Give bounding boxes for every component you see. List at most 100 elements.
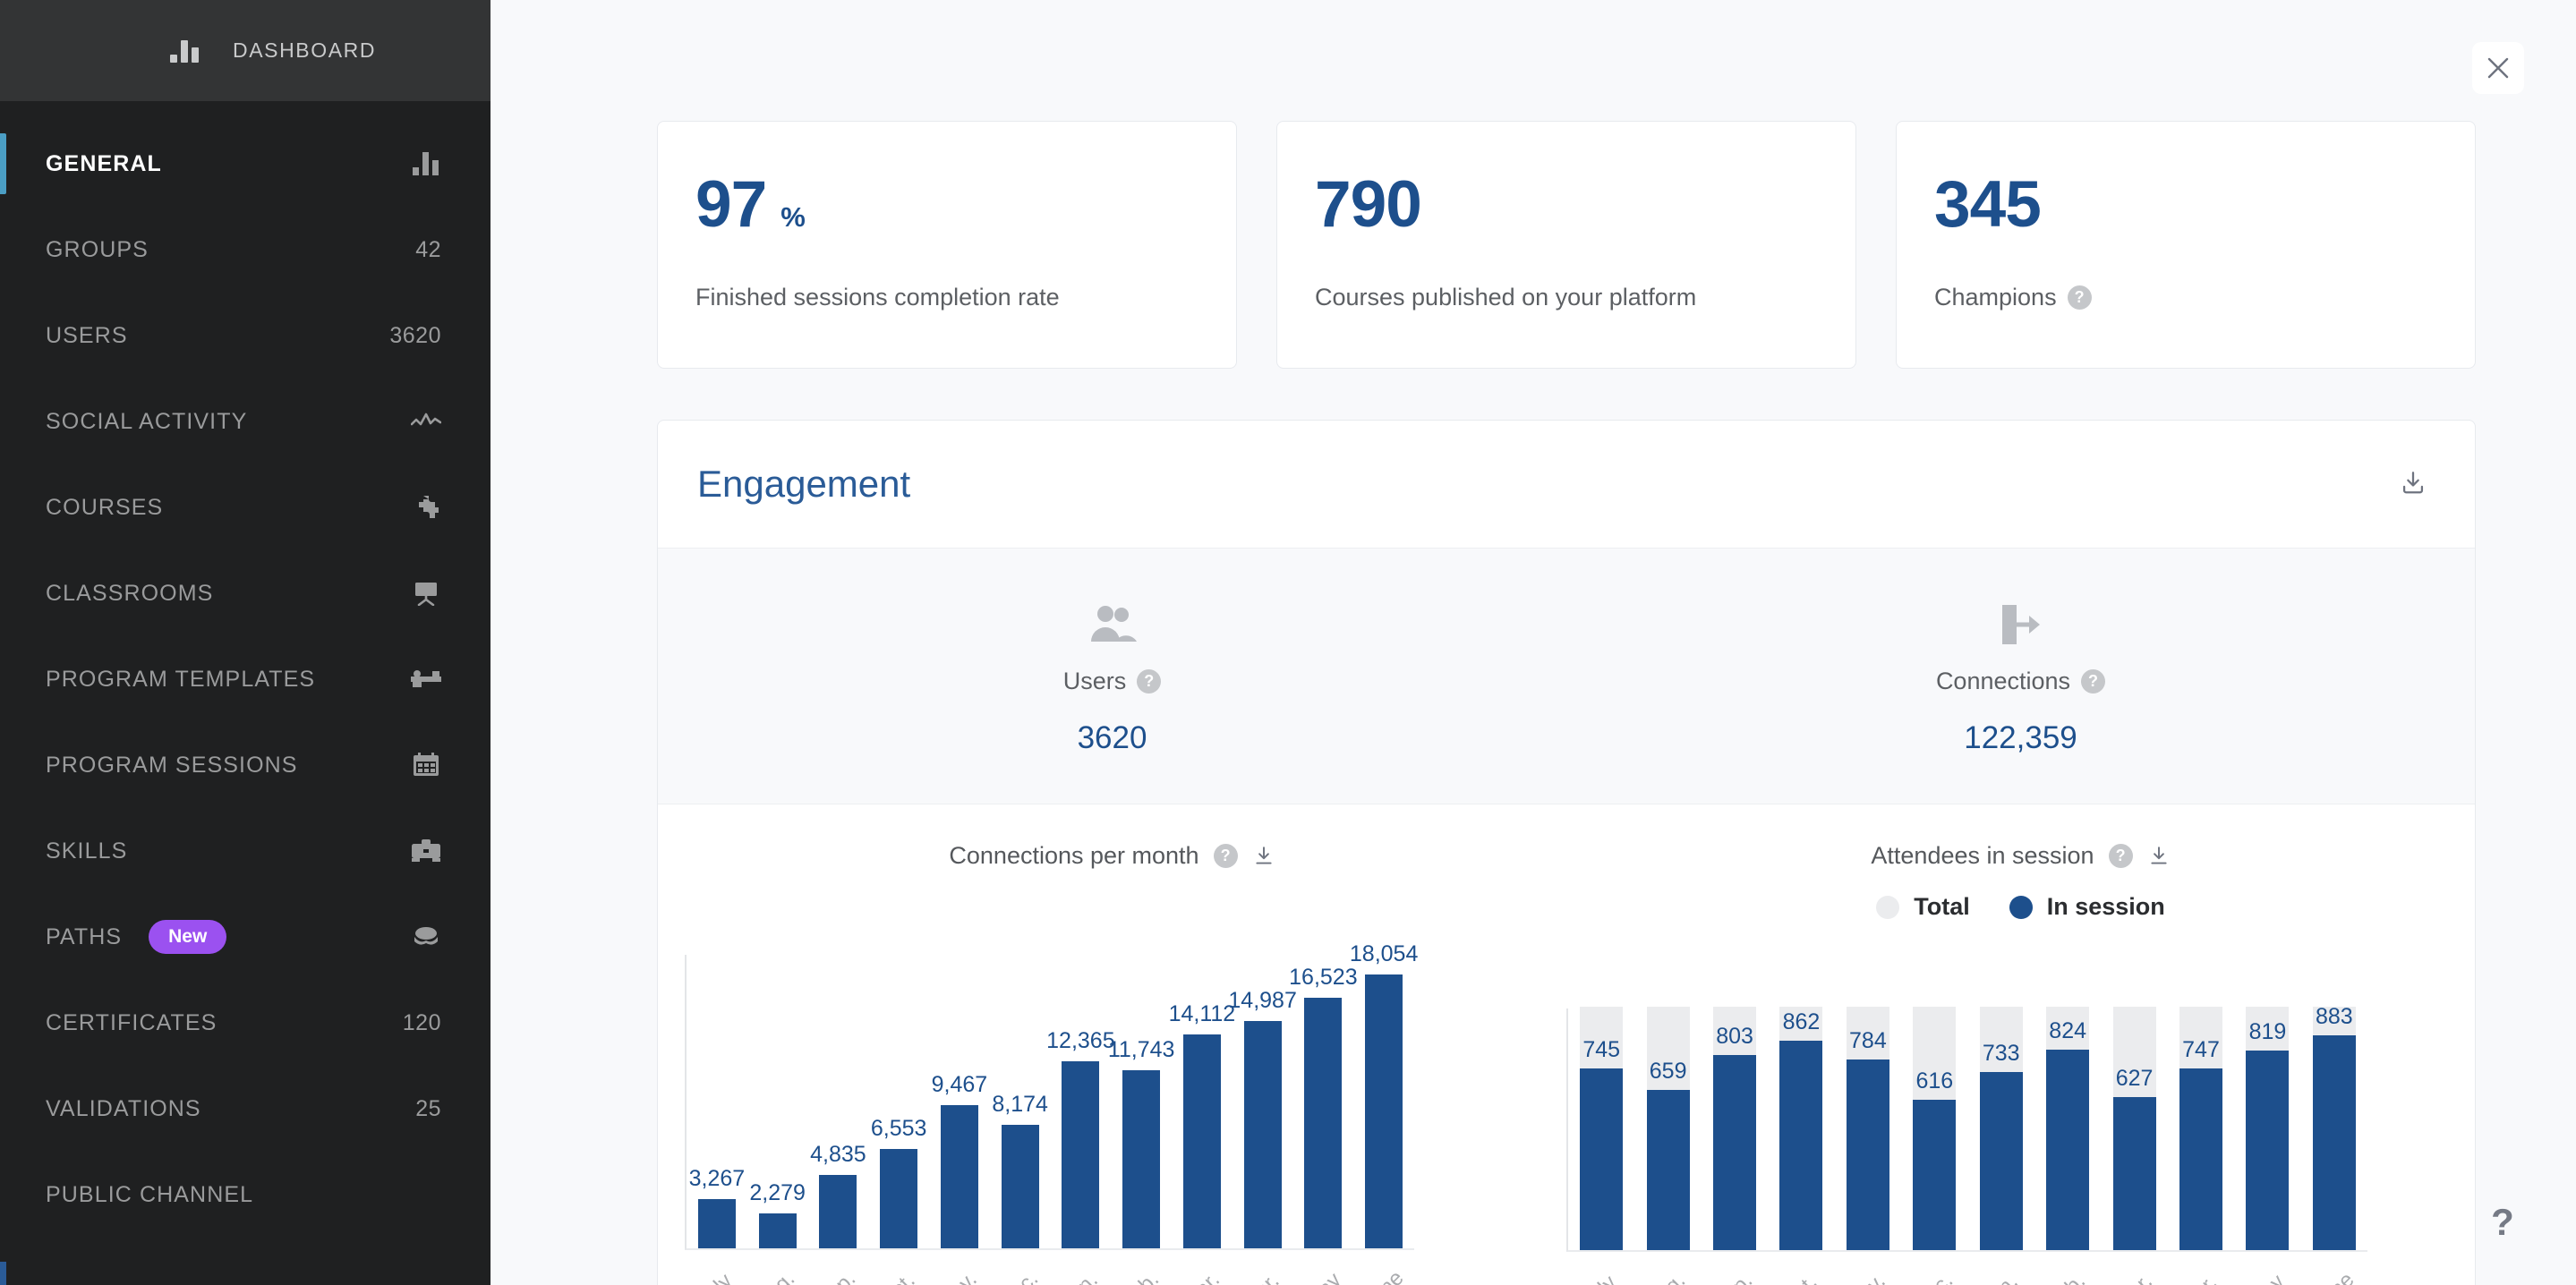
stacked-bar[interactable] bbox=[1913, 1007, 1957, 1250]
bar-segment-in-session[interactable] bbox=[2112, 1097, 2156, 1250]
sidebar-item-paths[interactable]: PATHS New bbox=[0, 894, 490, 980]
bar[interactable] bbox=[819, 1175, 857, 1248]
bar-slot[interactable]: 747 bbox=[2168, 1007, 2234, 1250]
stacked-bar[interactable] bbox=[1779, 1007, 1823, 1250]
sidebar-item-classrooms[interactable]: CLASSROOMS bbox=[0, 550, 490, 636]
bar-slot[interactable]: 14,112 bbox=[1169, 955, 1235, 1248]
bar[interactable] bbox=[1243, 1021, 1282, 1248]
x-axis-tick: June bbox=[2300, 1264, 2367, 1285]
bar-slot[interactable]: 819 bbox=[2234, 1007, 2300, 1250]
bar-chart-icon bbox=[411, 150, 441, 177]
sidebar-item-label: PATHS bbox=[46, 923, 123, 949]
bar-slot[interactable]: 616 bbox=[1901, 1007, 1967, 1250]
kpi-value-row: 345 bbox=[1934, 172, 2475, 237]
x-axis-tick-label: Apr. bbox=[1240, 1269, 1284, 1285]
bar-slot[interactable]: 6,553 bbox=[868, 955, 929, 1248]
chart1-download-button[interactable] bbox=[1252, 845, 1275, 868]
stacked-bar[interactable] bbox=[1646, 1007, 1690, 1250]
sidebar-item-users[interactable]: USERS 3620 bbox=[0, 293, 490, 379]
sidebar-item-groups[interactable]: GROUPS 42 bbox=[0, 207, 490, 293]
engagement-summary-help-icon[interactable]: ? bbox=[2081, 669, 2106, 694]
kpi-help-icon[interactable]: ? bbox=[2067, 285, 2092, 310]
close-button[interactable] bbox=[2472, 42, 2524, 94]
stacked-bar[interactable] bbox=[2112, 1007, 2156, 1250]
bar-value-label: 14,987 bbox=[1228, 988, 1297, 1014]
engagement-summary-help-icon[interactable]: ? bbox=[1137, 669, 1162, 694]
bar-slot[interactable]: 745 bbox=[1568, 1007, 1634, 1250]
engagement-summary-row: Users? 3620 Connections? 122,359 bbox=[658, 548, 2475, 804]
bar-slot[interactable]: 824 bbox=[2034, 1007, 2101, 1250]
bar[interactable] bbox=[940, 1104, 978, 1248]
bar-slot[interactable]: 3,267 bbox=[687, 955, 747, 1248]
bar[interactable] bbox=[1122, 1070, 1161, 1248]
kpi-card: 345 Champions? bbox=[1896, 121, 2476, 369]
bar[interactable] bbox=[1182, 1034, 1221, 1248]
bar-slot[interactable]: 12,365 bbox=[1046, 955, 1115, 1248]
bar-slot[interactable]: 16,523 bbox=[1289, 955, 1358, 1248]
bar-segment-in-session[interactable] bbox=[1713, 1054, 1757, 1250]
stacked-bar[interactable] bbox=[2312, 1007, 2356, 1250]
bar[interactable] bbox=[697, 1198, 736, 1248]
sidebar-item-certificates[interactable]: CERTIFICATES 120 bbox=[0, 980, 490, 1066]
bar-slot[interactable]: 862 bbox=[1768, 1007, 1834, 1250]
bar-slot[interactable]: 8,174 bbox=[990, 955, 1051, 1248]
bar-segment-in-session[interactable] bbox=[1646, 1089, 1690, 1250]
kpi-value-row: 790 bbox=[1315, 172, 1855, 237]
bar-slot[interactable]: 883 bbox=[2301, 1004, 2367, 1250]
bar-segment-in-session[interactable] bbox=[1580, 1068, 1624, 1250]
sidebar-item-program-templates[interactable]: PROGRAM TEMPLATES bbox=[0, 636, 490, 722]
bar-segment-in-session[interactable] bbox=[1846, 1059, 1889, 1250]
bar-slot[interactable]: 18,054 bbox=[1350, 941, 1418, 1248]
bar[interactable] bbox=[1304, 998, 1343, 1248]
calendar-icon bbox=[411, 752, 441, 779]
bar-segment-in-session[interactable] bbox=[1913, 1100, 1957, 1250]
bar-slot[interactable]: 733 bbox=[1968, 1007, 2034, 1250]
sidebar-item-courses[interactable]: COURSES bbox=[0, 464, 490, 550]
bar-slot[interactable]: 2,279 bbox=[747, 955, 808, 1248]
bar-segment-in-session[interactable] bbox=[2246, 1051, 2290, 1250]
bar-segment-in-session[interactable] bbox=[1979, 1071, 2023, 1250]
bar-segment-in-session[interactable] bbox=[1779, 1040, 1823, 1250]
bar[interactable] bbox=[758, 1213, 797, 1248]
kpi-label-row: Champions? bbox=[1934, 284, 2475, 311]
bar-slot[interactable]: 4,835 bbox=[808, 955, 869, 1248]
chart1-x-axis: July Aug. Sep. Oct. Nov. Dec. Jan. Feb. Mar. Apr.… bbox=[685, 1263, 1414, 1285]
bar[interactable] bbox=[1001, 1124, 1039, 1248]
sidebar-item-program-sessions[interactable]: PROGRAM SESSIONS bbox=[0, 722, 490, 808]
x-axis-tick: Nov. bbox=[928, 1263, 989, 1285]
bar-slot[interactable]: 803 bbox=[1702, 1007, 1768, 1250]
legend-item-in-session[interactable]: In session bbox=[2009, 893, 2165, 921]
bar-slot[interactable]: 14,987 bbox=[1228, 955, 1297, 1248]
bar-slot[interactable]: 11,743 bbox=[1108, 955, 1174, 1248]
bar-segment-in-session[interactable] bbox=[2179, 1068, 2222, 1250]
bar-slot[interactable]: 784 bbox=[1835, 1007, 1901, 1250]
bar-segment-in-session[interactable] bbox=[2312, 1034, 2356, 1250]
sidebar-item-social-activity[interactable]: SOCIAL ACTIVITY bbox=[0, 379, 490, 464]
chart1-help-icon[interactable]: ? bbox=[1213, 844, 1238, 868]
legend-item-total[interactable]: Total bbox=[1876, 893, 1970, 921]
sidebar-item-general[interactable]: GENERAL bbox=[0, 121, 490, 207]
kpi-card: 790 Courses published on your platform bbox=[1276, 121, 1856, 369]
bar[interactable] bbox=[1365, 974, 1403, 1248]
sidebar-scrollbar[interactable] bbox=[0, 1262, 6, 1285]
bar-slot[interactable]: 627 bbox=[2101, 1007, 2167, 1250]
sidebar-item-validations[interactable]: VALIDATIONS 25 bbox=[0, 1066, 490, 1152]
bar[interactable] bbox=[880, 1149, 918, 1248]
help-fab-button[interactable]: ? bbox=[2483, 1203, 2522, 1242]
engagement-download-button[interactable] bbox=[2398, 469, 2428, 499]
legend-label: In session bbox=[2046, 893, 2165, 920]
sidebar-item-public-channel[interactable]: PUBLIC CHANNEL bbox=[0, 1152, 490, 1238]
kpi-label-row: Courses published on your platform bbox=[1315, 284, 1855, 311]
bar-slot[interactable]: 9,467 bbox=[929, 955, 990, 1248]
chart2-help-icon[interactable]: ? bbox=[2108, 844, 2133, 868]
bar-segment-in-session[interactable] bbox=[2046, 1049, 2090, 1250]
connections-icon bbox=[1999, 601, 2043, 648]
x-axis-tick: Apr. bbox=[2167, 1264, 2234, 1285]
chart2-download-button[interactable] bbox=[2147, 845, 2171, 868]
bar[interactable] bbox=[1062, 1060, 1100, 1248]
x-axis-tick-label: Nov. bbox=[934, 1267, 982, 1285]
sidebar-item-skills[interactable]: SKILLS bbox=[0, 808, 490, 894]
chart2-bars: 745 659 803 862 784 616 733 824 627 747 819 883 bbox=[1566, 1004, 2367, 1252]
bar-slot[interactable]: 659 bbox=[1634, 1007, 1701, 1250]
engagement-summary-cell: Users? 3620 bbox=[658, 549, 1566, 804]
